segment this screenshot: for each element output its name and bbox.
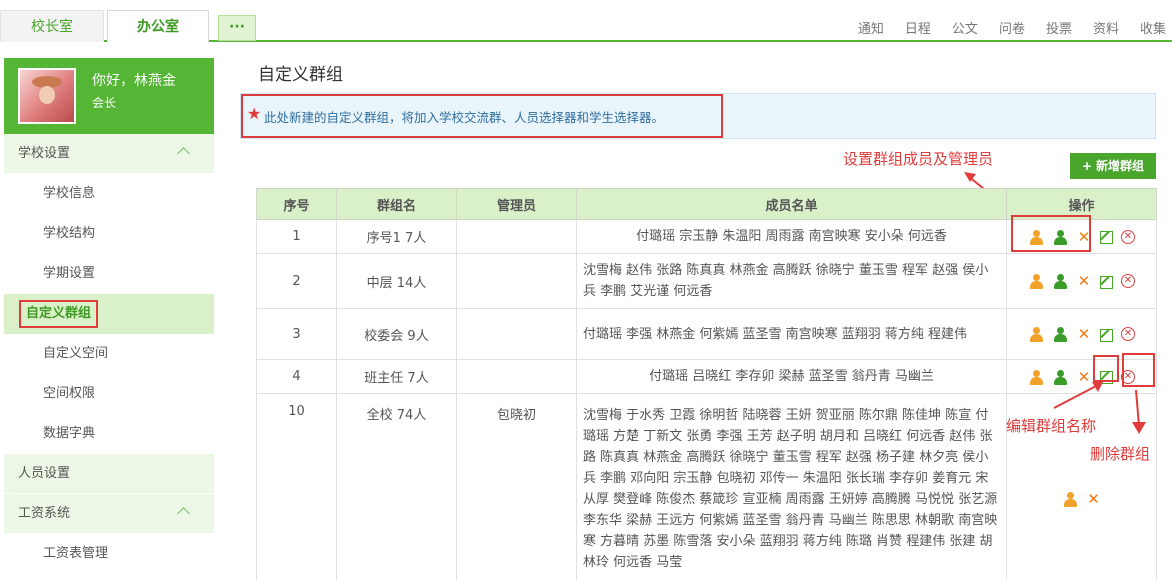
sidebar-item-label: 自定义群组 — [19, 300, 99, 328]
set-admin-icon[interactable] — [1028, 326, 1044, 342]
annotation-arrow-icon — [1132, 389, 1146, 434]
table-row: 3 校委会 9人 付璐瑶 李强 林燕金 何紫嫣 蓝圣雪 南宫映寒 蓝翔羽 蒋方纯… — [256, 308, 1157, 360]
notice-banner: ★ 此处新建的自定义群组，将加入学校交流群、人员选择器和学生选择器。 — [240, 93, 1156, 139]
top-bar: 校长室 办公室 ··· 通知 日程 公文 问卷 投票 资料 收集 — [0, 0, 1172, 44]
tab-office[interactable]: 办公室 — [107, 10, 209, 44]
tab-principal-office[interactable]: 校长室 — [0, 10, 104, 42]
cell-members: 沈雪梅 于水秀 卫霞 徐明哲 陆晓蓉 王妍 贺亚丽 陈尔鼎 陈佳坤 陈宣 付璐瑶… — [576, 393, 1007, 580]
cell-no: 1 — [256, 219, 337, 254]
cell-no: 2 — [256, 253, 337, 309]
annotation-arrow-icon — [1053, 380, 1104, 409]
delete-icon[interactable]: ✕ — [1121, 274, 1135, 288]
link-documents[interactable]: 公文 — [952, 18, 978, 37]
cell-members: 付璐瑶 宗玉静 朱温阳 周雨露 南宫映寒 安小朵 何远香 — [576, 219, 1007, 254]
delete-icon[interactable]: ✕ — [1121, 229, 1135, 244]
cell-members: 付璐瑶 李强 林燕金 何紫嫣 蓝圣雪 南宫映寒 蓝翔羽 蒋方纯 程建伟 — [576, 308, 1007, 360]
avatar[interactable] — [18, 68, 76, 124]
cell-admin: 包晓初 — [456, 393, 577, 580]
sidebar-item-term-settings[interactable]: 学期设置 — [4, 254, 214, 294]
sidebar-group-label: 学校设置 — [18, 146, 71, 161]
set-admin-icon[interactable] — [1062, 491, 1078, 507]
annotation-box-member-icons — [1011, 215, 1091, 252]
cell-admin — [456, 308, 577, 360]
sidebar-group-label: 工资系统 — [18, 506, 71, 521]
cell-operations: ✕ ✕ — [1006, 253, 1157, 309]
table-row: 4 班主任 7人 付璐瑶 吕晓红 李存卯 梁赫 蓝圣雪 翁丹青 马幽兰 ✕ ✕ — [256, 359, 1157, 394]
cell-group-name: 校委会 9人 — [336, 308, 457, 360]
user-role: 会长 — [92, 96, 117, 110]
cell-no: 3 — [256, 308, 337, 360]
cell-no: 10 — [256, 393, 337, 580]
sidebar-group-school-settings[interactable]: 学校设置 — [4, 134, 214, 174]
annotation-set-members: 设置群组成员及管理员 — [843, 150, 994, 168]
tools-icon[interactable]: ✕ — [1076, 273, 1092, 289]
greeting: 你好，林燕金 — [92, 73, 176, 89]
notice-text: 此处新建的自定义群组，将加入学校交流群、人员选择器和学生选择器。 — [264, 110, 665, 125]
chevron-up-icon — [177, 147, 190, 160]
link-resources[interactable]: 资料 — [1093, 18, 1119, 37]
page-title: 自定义群组 — [258, 65, 343, 85]
add-group-button[interactable]: + 新增群组 — [1070, 153, 1156, 179]
annotation-delete-group: 删除群组 — [1090, 445, 1151, 463]
annotation-box-delete-icon — [1122, 353, 1155, 387]
table-row: 2 中层 14人 沈雪梅 赵伟 张路 陈真真 林燕金 高腾跃 徐晓宁 董玉雪 程… — [256, 253, 1157, 309]
header-group-name: 群组名 — [336, 188, 457, 220]
sidebar-item-school-structure[interactable]: 学校结构 — [4, 214, 214, 254]
cell-admin — [456, 219, 577, 254]
top-links: 通知 日程 公文 问卷 投票 资料 收集 — [837, 18, 1166, 37]
cell-group-name: 全校 74人 — [336, 393, 457, 580]
cell-group-name: 班主任 7人 — [336, 359, 457, 394]
link-notice[interactable]: 通知 — [858, 18, 884, 37]
link-collect[interactable]: 收集 — [1140, 18, 1166, 37]
more-tabs-button[interactable]: ··· — [218, 15, 256, 41]
cell-admin — [456, 253, 577, 309]
user-profile: 你好，林燕金 会长 — [4, 58, 214, 134]
edit-icon[interactable] — [1100, 328, 1113, 342]
sidebar-group-payroll[interactable]: 工资系统 — [4, 494, 214, 534]
sidebar-item-school-info[interactable]: 学校信息 — [4, 174, 214, 214]
link-survey[interactable]: 问卷 — [999, 18, 1025, 37]
sidebar-item-payroll-management[interactable]: 工资表管理 — [4, 534, 214, 574]
cell-admin — [456, 359, 577, 394]
sidebar-item-custom-groups[interactable]: 自定义群组 — [4, 294, 214, 334]
header-admin: 管理员 — [456, 188, 577, 220]
annotation-edit-name: 编辑群组名称 — [1006, 417, 1097, 435]
plus-icon: + — [1081, 159, 1093, 173]
header-no: 序号 — [256, 188, 337, 220]
edit-icon[interactable] — [1100, 231, 1113, 244]
delete-icon[interactable]: ✕ — [1121, 327, 1135, 341]
set-members-icon[interactable] — [1052, 326, 1068, 342]
link-vote[interactable]: 投票 — [1046, 18, 1072, 37]
sidebar-group-staff-settings[interactable]: 人员设置 — [4, 454, 214, 494]
sidebar-item-space-permissions[interactable]: 空间权限 — [4, 374, 214, 414]
add-group-label: 新增群组 — [1096, 159, 1145, 173]
chevron-up-icon — [177, 507, 190, 520]
cell-members: 付璐瑶 吕晓红 李存卯 梁赫 蓝圣雪 翁丹青 马幽兰 — [576, 359, 1007, 394]
tools-icon[interactable]: ✕ — [1086, 491, 1102, 507]
sidebar-item-data-dictionary[interactable]: 数据字典 — [4, 414, 214, 454]
cell-group-name: 中层 14人 — [336, 253, 457, 309]
edit-icon[interactable] — [1100, 275, 1113, 289]
header-members: 成员名单 — [576, 188, 1007, 220]
tools-icon[interactable]: ✕ — [1076, 326, 1092, 342]
link-schedule[interactable]: 日程 — [905, 18, 931, 37]
cell-members: 沈雪梅 赵伟 张路 陈真真 林燕金 高腾跃 徐晓宁 董玉雪 程军 赵强 侯小兵 … — [576, 253, 1007, 309]
set-admin-icon[interactable] — [1028, 273, 1044, 289]
star-icon: ★ — [247, 104, 262, 123]
cell-no: 4 — [256, 359, 337, 394]
sidebar-group-label: 人员设置 — [18, 466, 71, 481]
cell-operations: ✕ ✕ — [1006, 308, 1157, 360]
set-members-icon[interactable] — [1052, 273, 1068, 289]
cell-group-name: 序号1 7人 — [336, 219, 457, 254]
sidebar-item-custom-space[interactable]: 自定义空间 — [4, 334, 214, 374]
sidebar: 你好，林燕金 会长 学校设置 学校信息 学校结构 学期设置 自定义群组 自定义空… — [4, 58, 214, 580]
